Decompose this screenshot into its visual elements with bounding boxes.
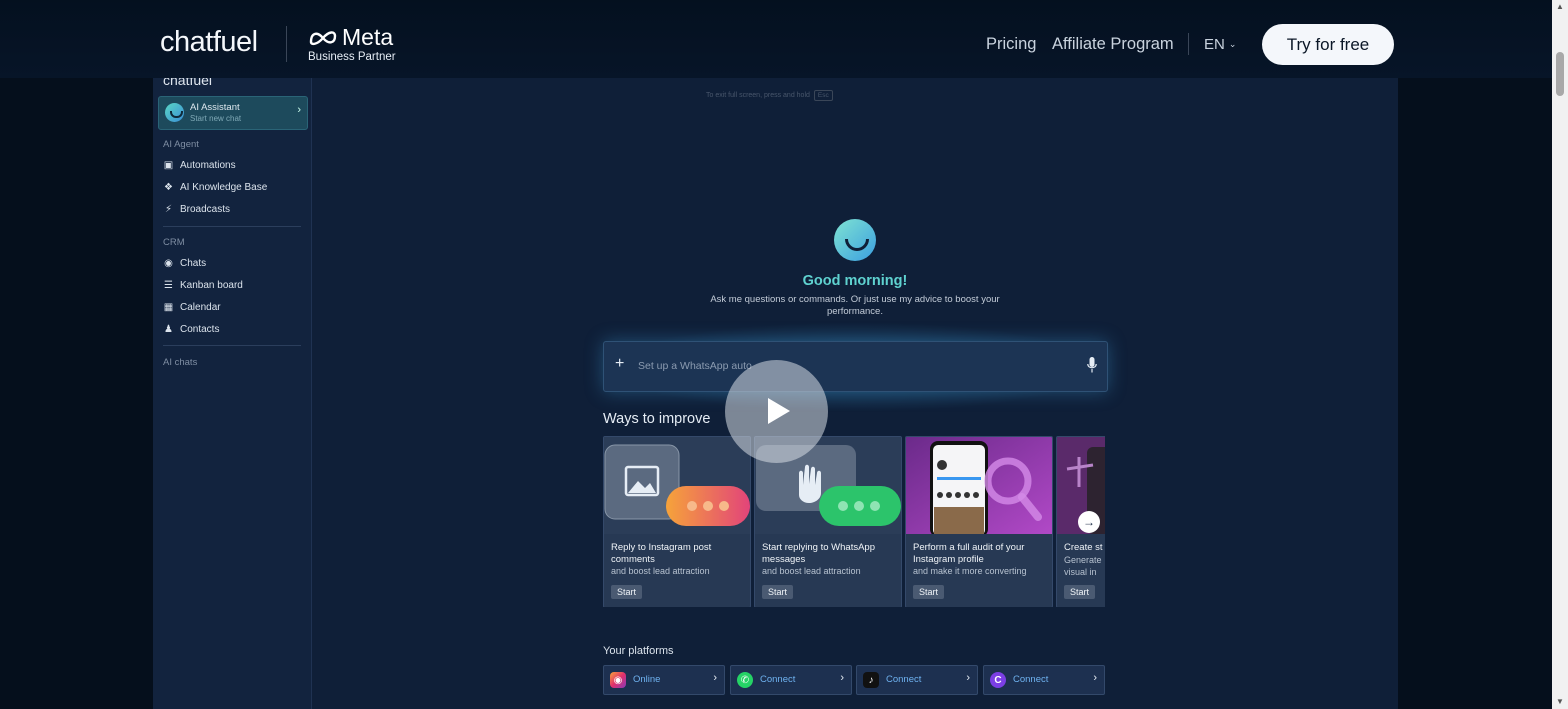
language-label: EN (1204, 36, 1225, 53)
meta-logo: Meta (308, 24, 393, 51)
business-partner-label: Business Partner (308, 51, 396, 63)
sidebar-item-label: Contacts (180, 324, 220, 335)
start-button[interactable]: Start (762, 585, 794, 599)
automations-icon: ▣ (163, 160, 174, 171)
platform-status: Connect (1013, 674, 1049, 685)
tiktok-icon: ♪ (863, 672, 879, 688)
assistant-subtitle: Start new chat (190, 114, 242, 123)
chevron-right-icon: › (713, 672, 717, 684)
chatfuel-logo[interactable]: chatfuel (160, 26, 258, 59)
whatsapp-icon: ✆ (737, 672, 753, 688)
card-instagram-comments[interactable]: Reply to Instagram post comments and boo… (603, 436, 751, 607)
top-nav: chatfuel Meta Business Partner Pricing A… (0, 0, 1552, 78)
sidebar-item-chats[interactable]: ◉ Chats (163, 258, 206, 269)
meta-infinity-icon (309, 30, 337, 45)
sidebar-item-automations[interactable]: ▣ Automations (163, 160, 236, 171)
greeting-title: Good morning! (802, 273, 908, 289)
chevron-right-icon: › (966, 672, 970, 684)
card-title: Perform a full audit of your Instagram p… (913, 542, 1025, 565)
card-title: Create st (1064, 542, 1103, 553)
input-placeholder: Set up a WhatsApp auto (638, 360, 752, 372)
user-icon: ♟ (164, 324, 173, 335)
try-for-free-button[interactable]: Try for free (1262, 24, 1394, 65)
logo-divider (286, 26, 287, 62)
ways-to-improve-title: Ways to improve (603, 411, 711, 427)
sidebar-item-label: Calendar (180, 302, 221, 313)
section-crm: CRM (163, 237, 185, 248)
chevron-down-icon: ⌄ (1228, 39, 1237, 49)
platform-instagram[interactable]: ◉ Online › (603, 665, 725, 695)
section-ai-chats: AI chats (163, 357, 198, 368)
start-button[interactable]: Start (611, 585, 643, 599)
card-subtitle: and boost lead attraction (762, 566, 861, 576)
card-instagram-audit[interactable]: Perform a full audit of your Instagram p… (905, 436, 1053, 607)
platform-status: Online (633, 674, 661, 685)
card-illustration-image (604, 437, 750, 534)
improvement-cards: Reply to Instagram post comments and boo… (603, 436, 1105, 607)
assistant-chat-input[interactable]: + Set up a WhatsApp auto (603, 341, 1108, 392)
nav-link-affiliate[interactable]: Affiliate Program (1052, 35, 1174, 54)
your-platforms-title: Your platforms (603, 645, 674, 657)
card-subtitle: and make it more converting (913, 566, 1027, 576)
broadcasts-icon: ⚡ (164, 204, 173, 215)
card-title: Reply to Instagram post comments (611, 542, 712, 565)
nav-link-pricing[interactable]: Pricing (986, 35, 1036, 54)
sidebar-item-kanban[interactable]: ☰ Kanban board (163, 280, 243, 291)
meta-word: Meta (342, 24, 394, 50)
sidebar-item-contacts[interactable]: ♟ Contacts (163, 324, 219, 335)
ai-assistant-card[interactable]: AI Assistant Start new chat › (158, 96, 308, 130)
sidebar-item-calendar[interactable]: ▦ Calendar (163, 302, 221, 313)
card-illustration-image (906, 437, 1052, 534)
card-subtitle: Generate (1064, 555, 1102, 565)
sidebar: chatfuel AI Assistant Start new chat › A… (153, 72, 312, 709)
platform-status: Connect (886, 674, 922, 685)
sidebar-item-label: AI Knowledge Base (180, 182, 268, 193)
chevron-right-icon: › (1093, 672, 1097, 684)
sidebar-item-label: Automations (180, 160, 236, 171)
fullscreen-hint-text: To exit full screen, press and hold (706, 92, 810, 99)
sidebar-item-label: Chats (180, 258, 207, 269)
card-subtitle: and boost lead attraction (611, 566, 710, 576)
scroll-down-icon[interactable]: ▼ (1556, 697, 1564, 706)
platform-chatfuel-channel[interactable]: C Connect › (983, 665, 1105, 695)
assistant-avatar-icon (165, 103, 184, 122)
instagram-icon: ◉ (610, 672, 626, 688)
sidebar-item-label: Broadcasts (180, 204, 231, 215)
platform-whatsapp[interactable]: ✆ Connect › (730, 665, 852, 695)
section-ai-agent: AI Agent (163, 139, 199, 150)
start-button[interactable]: Start (913, 585, 945, 599)
microphone-icon[interactable] (1087, 357, 1097, 373)
sidebar-item-label: Kanban board (180, 280, 243, 291)
chat-bubble-icon: ◉ (164, 258, 173, 269)
sidebar-item-broadcasts[interactable]: ⚡ Broadcasts (163, 204, 230, 215)
plus-icon[interactable]: + (615, 355, 624, 373)
platform-status: Connect (760, 674, 796, 685)
chevron-right-icon: › (297, 104, 301, 116)
kanban-icon: ☰ (164, 280, 173, 291)
sidebar-divider (163, 345, 301, 346)
card-title: Start replying to WhatsApp messages (762, 542, 875, 565)
assistant-avatar-icon (834, 219, 876, 261)
scroll-up-icon[interactable]: ▲ (1556, 2, 1564, 11)
esc-key: Esc (813, 90, 833, 101)
page-scrollbar[interactable]: ▲ ▼ (1552, 0, 1568, 709)
assistant-title: AI Assistant (190, 102, 240, 113)
sidebar-item-knowledge-base[interactable]: ❖ AI Knowledge Base (163, 182, 267, 193)
start-button[interactable]: Start (1064, 585, 1096, 599)
sidebar-divider (163, 226, 301, 227)
knowledge-base-icon: ❖ (164, 182, 173, 193)
play-video-button[interactable] (725, 360, 828, 463)
calendar-icon: ▦ (163, 302, 174, 313)
platform-tiktok[interactable]: ♪ Connect › (856, 665, 978, 695)
channel-c-icon: C (990, 672, 1006, 688)
greeting-subtitle: Ask me questions or commands. Or just us… (710, 294, 1000, 317)
fullscreen-hint: To exit full screen, press and hold Esc (706, 90, 833, 101)
scrollbar-thumb[interactable] (1556, 52, 1564, 96)
nav-separator (1188, 33, 1189, 55)
chevron-right-icon: › (840, 672, 844, 684)
arrow-right-icon[interactable]: → (1078, 511, 1100, 533)
card-subtitle-line2: visual in (1064, 567, 1097, 577)
language-select[interactable]: EN ⌄ (1204, 36, 1236, 53)
